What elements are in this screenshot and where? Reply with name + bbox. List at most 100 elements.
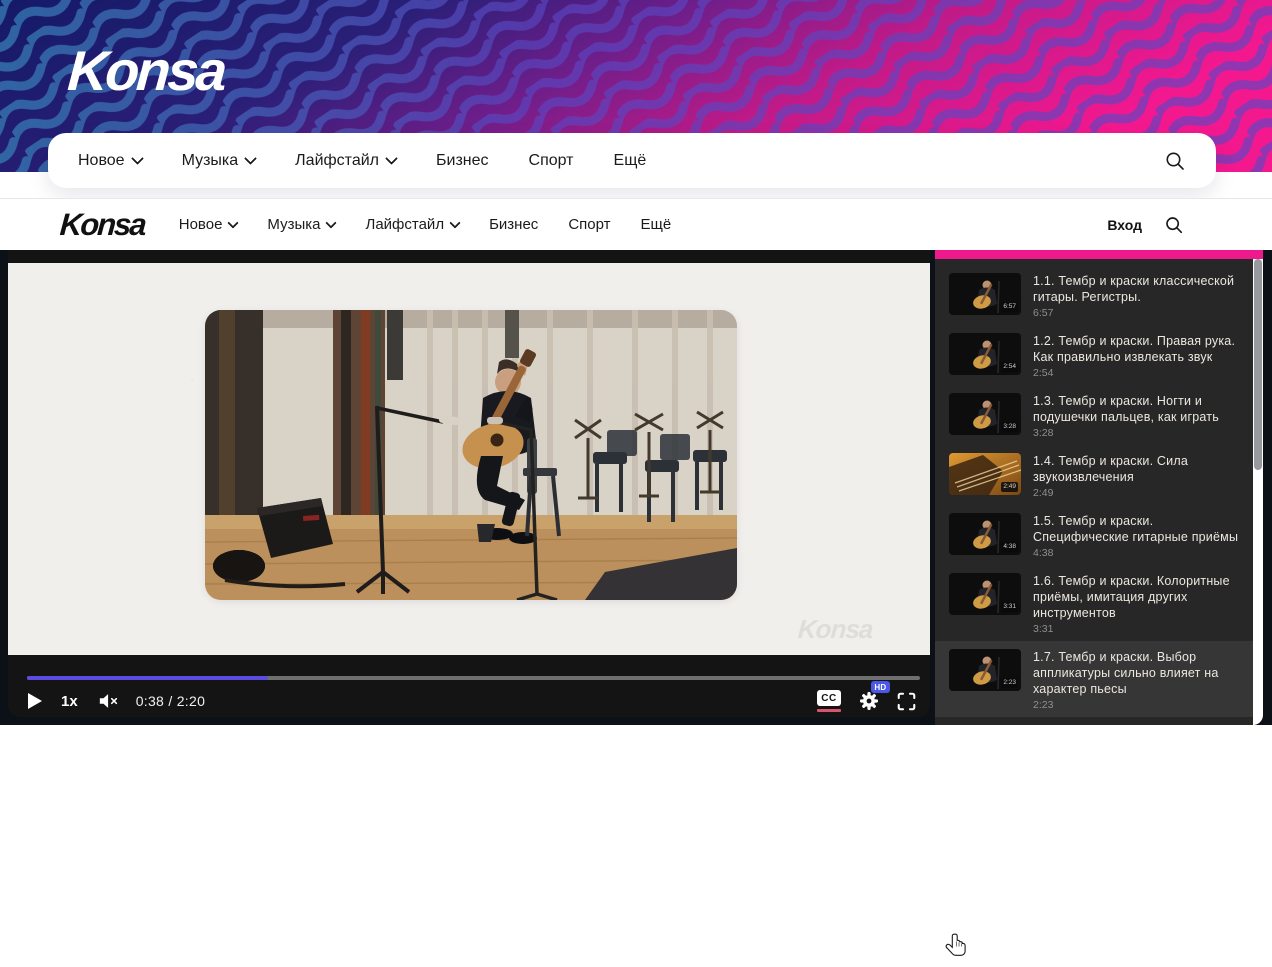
nav-item-label: Бизнес — [489, 216, 538, 233]
chevron-down-icon — [131, 152, 144, 165]
seek-bar[interactable] — [27, 676, 920, 680]
video-thumbnail: 3:31 — [949, 573, 1021, 615]
page-content: Konsa 1x — [0, 250, 1272, 725]
search-button[interactable] — [1164, 150, 1186, 172]
chevron-down-icon — [385, 152, 398, 165]
playlist-item-title: 1.4. Тембр и краски. Сила звукоизвлечени… — [1033, 453, 1245, 485]
playlist-item-6[interactable]: 3:31 1.6. Тембр и краски. Колоритные при… — [935, 565, 1253, 641]
captions-button[interactable]: CC — [817, 690, 841, 712]
playlist-item-3[interactable]: 3:28 1.3. Тембр и краски. Ногти и подуше… — [935, 385, 1253, 445]
hero-logo[interactable]: Konsa — [66, 38, 227, 103]
navbar-logo[interactable]: Konsa — [59, 207, 146, 243]
playlist-item-duration: 2:23 — [1033, 699, 1245, 711]
stage-photo-illustration — [205, 310, 737, 600]
thumb-duration-badge: 3:28 — [1001, 422, 1018, 432]
search-button[interactable] — [1164, 215, 1184, 235]
playlist-item-2[interactable]: 2:54 1.2. Тембр и краски. Правая рука. К… — [935, 325, 1253, 385]
playlist-item-duration: 2:54 — [1033, 367, 1245, 379]
nav-item-sport[interactable]: Спорт — [529, 152, 574, 170]
nav-item-label: Спорт — [529, 152, 574, 170]
video-thumbnail: 3:28 — [949, 393, 1021, 435]
cc-icon: CC — [817, 690, 841, 706]
playlist-item-duration: 4:38 — [1033, 547, 1245, 559]
playlist-item-4[interactable]: 2:49 1.4. Тембр и краски. Сила звукоизвл… — [935, 445, 1253, 505]
playlist-item-8[interactable]: 1.8. Тембр и краски — [935, 717, 1253, 725]
gear-icon — [858, 690, 880, 712]
chevron-down-icon — [449, 217, 460, 228]
thumb-duration-badge: 2:23 — [1001, 678, 1018, 688]
nav-item-music[interactable]: Музыка — [182, 152, 256, 170]
nav-item-label: Лайфстайл — [365, 216, 444, 233]
playlist-item-duration: 6:57 — [1033, 307, 1245, 319]
playlist-item-title: 1.2. Тембр и краски. Правая рука. Как пр… — [1033, 333, 1245, 365]
hand-cursor-icon — [944, 932, 970, 962]
thumb-duration-badge: 4:38 — [1001, 542, 1018, 552]
nav-item-label: Спорт — [568, 216, 610, 233]
video-player[interactable]: Konsa 1x — [8, 250, 930, 717]
search-icon — [1164, 150, 1186, 172]
chevron-down-icon — [244, 152, 257, 165]
playlist-item-1[interactable]: 6:57 1.1. Тембр и краски классической ги… — [935, 265, 1253, 325]
player-controls: 1x 0:38 / 2:20 CC — [8, 655, 930, 717]
login-link[interactable]: Вход — [1107, 217, 1142, 233]
sticky-menu: Новое Музыка Лайфстайл Бизнес Спорт Ещё — [179, 216, 671, 233]
nav-item-label: Ещё — [641, 216, 672, 233]
sticky-navbar: Konsa Новое Музыка Лайфстайл Бизнес Спор… — [0, 198, 1272, 250]
playlist-item-title: 1.1. Тембр и краски классической гитары.… — [1033, 273, 1245, 305]
nav-item-sport[interactable]: Спорт — [568, 216, 610, 233]
playback-speed-button[interactable]: 1x — [61, 693, 78, 710]
play-icon — [27, 692, 43, 710]
nav-item-label: Бизнес — [436, 152, 489, 170]
nav-item-label: Новое — [78, 152, 125, 170]
nav-item-more[interactable]: Ещё — [641, 216, 672, 233]
playlist-items: 6:57 1.1. Тембр и краски классической ги… — [935, 259, 1253, 725]
video-scene-stage — [205, 310, 737, 600]
chevron-down-icon — [326, 217, 337, 228]
playlist-item-duration: 2:49 — [1033, 487, 1245, 499]
playlist-panel: 6:57 1.1. Тембр и краски классической ги… — [935, 250, 1263, 725]
primary-navbar: Новое Музыка Лайфстайл Бизнес Спорт Ещё — [48, 133, 1216, 188]
time-display: 0:38 / 2:20 — [136, 693, 205, 709]
nav-item-label: Музыка — [267, 216, 320, 233]
fullscreen-button[interactable] — [897, 692, 916, 711]
playlist-item-7[interactable]: 2:23 1.7. Тембр и краски. Выбор аппликат… — [935, 641, 1253, 717]
thumb-duration-badge: 2:49 — [1001, 482, 1018, 492]
playlist-item-duration: 3:31 — [1033, 623, 1245, 635]
scrollbar-thumb[interactable] — [1254, 259, 1262, 470]
mute-button[interactable] — [98, 692, 120, 710]
nav-item-business[interactable]: Бизнес — [436, 152, 489, 170]
playlist-item-title: 1.5. Тембр и краски. Специфические гитар… — [1033, 513, 1245, 545]
cursor-pointer — [944, 932, 970, 967]
playlist-item-title: 1.7. Тембр и краски. Выбор аппликатуры с… — [1033, 649, 1245, 697]
nav-item-lifestyle[interactable]: Лайфстайл — [295, 152, 396, 170]
nav-item-label: Лайфстайл — [295, 152, 379, 170]
thumb-duration-badge: 6:57 — [1001, 302, 1018, 312]
play-button[interactable] — [27, 692, 43, 710]
playlist-item-title: 1.3. Тембр и краски. Ногти и подушечки п… — [1033, 393, 1245, 425]
nav-item-more[interactable]: Ещё — [614, 152, 647, 170]
hd-badge: HD — [871, 681, 890, 693]
settings-button[interactable]: HD — [858, 690, 880, 712]
nav-item-new[interactable]: Новое — [179, 216, 238, 233]
video-watermark: Konsa — [796, 614, 873, 645]
nav-item-new[interactable]: Новое — [78, 152, 142, 170]
nav-item-business[interactable]: Бизнес — [489, 216, 538, 233]
video-frame: Konsa — [8, 263, 930, 655]
thumb-duration-badge: 2:54 — [1001, 362, 1018, 372]
video-thumbnail: 2:23 — [949, 649, 1021, 691]
nav-item-lifestyle[interactable]: Лайфстайл — [365, 216, 459, 233]
playlist-item-title: 1.6. Тембр и краски. Колоритные приёмы, … — [1033, 573, 1245, 621]
video-thumbnail: 2:49 — [949, 453, 1021, 495]
playlist-scrollbar[interactable] — [1253, 259, 1263, 725]
nav-item-label: Ещё — [614, 152, 647, 170]
video-thumbnail: 4:38 — [949, 513, 1021, 555]
playlist-accent-bar — [935, 250, 1263, 259]
fullscreen-icon — [897, 692, 916, 711]
nav-item-label: Музыка — [182, 152, 239, 170]
nav-item-label: Новое — [179, 216, 223, 233]
nav-item-music[interactable]: Музыка — [267, 216, 335, 233]
playlist-item-5[interactable]: 4:38 1.5. Тембр и краски. Специфические … — [935, 505, 1253, 565]
video-thumbnail: 2:54 — [949, 333, 1021, 375]
chevron-down-icon — [228, 217, 239, 228]
seek-bar-fill — [27, 676, 268, 680]
